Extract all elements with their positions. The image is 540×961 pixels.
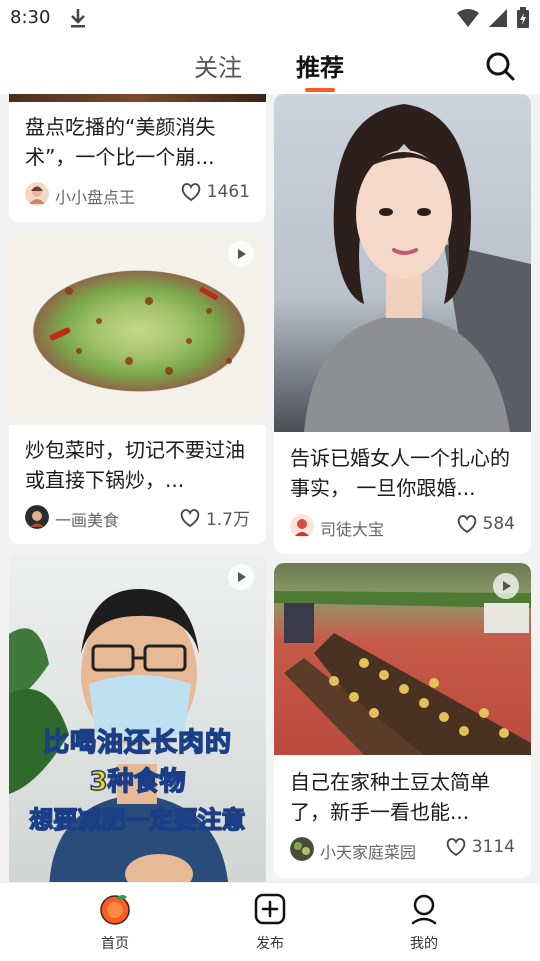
card-title: 自己在家种土豆太简单了，新手一看也能... bbox=[290, 770, 490, 824]
like-count: 584 bbox=[482, 514, 515, 534]
home-orange-icon bbox=[100, 895, 130, 925]
tab-recommend[interactable]: 推荐 bbox=[296, 48, 344, 92]
bottom-nav: 首页 发布 我的 bbox=[0, 882, 540, 961]
heart-icon bbox=[446, 838, 466, 856]
author-name[interactable]: 小天家庭菜园 bbox=[320, 839, 416, 863]
play-icon bbox=[228, 564, 254, 590]
wifi-icon bbox=[456, 8, 480, 32]
like-count: 1461 bbox=[206, 182, 250, 202]
heart-icon bbox=[457, 515, 476, 533]
bottom-tab-publish[interactable]: 发布 bbox=[230, 893, 310, 953]
card-meta: 小小盘点王 1461 bbox=[25, 182, 250, 208]
bottom-tab-home[interactable]: 首页 bbox=[75, 893, 155, 953]
tab-follow-label: 关注 bbox=[194, 54, 242, 82]
play-icon bbox=[493, 573, 519, 599]
card-meta: 小天家庭菜园 3114 bbox=[290, 837, 515, 863]
author-name[interactable]: 一画美食 bbox=[55, 507, 119, 531]
like-count: 1.7万 bbox=[205, 510, 250, 530]
tab-follow[interactable]: 关注 bbox=[194, 48, 242, 83]
card-meta: 一画美食 1.7万 bbox=[25, 505, 250, 531]
download-icon bbox=[68, 7, 88, 33]
like-count: 3114 bbox=[471, 837, 515, 857]
search-icon[interactable] bbox=[484, 50, 516, 82]
user-icon bbox=[411, 894, 437, 925]
feed-card[interactable]: 炒包菜时，切记不要过油或直接下锅炒，... 一画美食 1.7万 bbox=[9, 231, 266, 544]
status-time: 8:30 bbox=[10, 7, 51, 28]
heart-icon bbox=[180, 508, 200, 527]
overlay-line-1: 比喝油还长肉的 bbox=[42, 727, 232, 759]
feed-card[interactable]: 告诉已婚女人一个扎心的事实， 一旦你跟婚... 司徒大宝 584 bbox=[274, 94, 531, 554]
overlay-line-2: 3种食物 bbox=[89, 766, 187, 798]
card-meta: 司徒大宝 584 bbox=[290, 514, 515, 540]
card-title: 盘点吃播的“美颜消失术”，一个比一个崩... bbox=[25, 115, 216, 169]
like-button[interactable]: 3114 bbox=[446, 837, 515, 857]
feed-card[interactable]: 盘点吃播的“美颜消失术”，一个比一个崩... 小小盘点王 1461 bbox=[9, 94, 266, 222]
author-name[interactable]: 小小盘点王 bbox=[55, 184, 135, 208]
status-bar: 8:30 bbox=[0, 0, 540, 36]
avatar bbox=[290, 514, 314, 538]
avatar bbox=[25, 505, 49, 529]
tab-recommend-label: 推荐 bbox=[296, 54, 344, 82]
feed-card[interactable]: 自己在家种土豆太简单了，新手一看也能... 小天家庭菜园 3114 bbox=[274, 563, 531, 878]
like-button[interactable]: 1461 bbox=[181, 182, 250, 202]
feed-card[interactable]: 比喝油还长肉的 3种食物 想要减肥一定要注意 bbox=[9, 554, 266, 882]
heart-icon bbox=[181, 183, 201, 201]
card-title: 炒包菜时，切记不要过油或直接下锅炒，... bbox=[25, 438, 245, 492]
video-thumbnail bbox=[9, 94, 266, 102]
avatar bbox=[290, 837, 314, 861]
video-thumbnail bbox=[9, 231, 266, 425]
top-nav: 关注 推荐 bbox=[0, 36, 540, 94]
bottom-tab-home-label: 首页 bbox=[101, 936, 129, 952]
overlay-caption: 比喝油还长肉的 3种食物 想要减肥一定要注意 bbox=[9, 722, 266, 835]
bottom-tab-me-label: 我的 bbox=[410, 936, 438, 952]
play-icon bbox=[228, 241, 254, 267]
cell-signal-icon bbox=[488, 8, 508, 32]
avatar bbox=[25, 182, 49, 206]
author-name[interactable]: 司徒大宝 bbox=[320, 516, 384, 540]
overlay-line-3: 想要减肥一定要注意 bbox=[29, 805, 247, 835]
active-tab-indicator bbox=[305, 88, 335, 92]
video-thumbnail bbox=[274, 94, 531, 432]
bottom-tab-publish-label: 发布 bbox=[256, 936, 284, 952]
battery-icon bbox=[516, 7, 530, 33]
card-title: 告诉已婚女人一个扎心的事实， 一旦你跟婚... bbox=[290, 446, 510, 500]
feed[interactable]: 盘点吃播的“美颜消失术”，一个比一个崩... 小小盘点王 1461 炒包菜时，切… bbox=[0, 94, 540, 882]
bottom-tab-me[interactable]: 我的 bbox=[384, 893, 464, 953]
plus-square-icon bbox=[254, 893, 286, 925]
video-thumbnail bbox=[274, 563, 531, 755]
like-button[interactable]: 1.7万 bbox=[180, 505, 250, 530]
like-button[interactable]: 584 bbox=[457, 514, 515, 534]
